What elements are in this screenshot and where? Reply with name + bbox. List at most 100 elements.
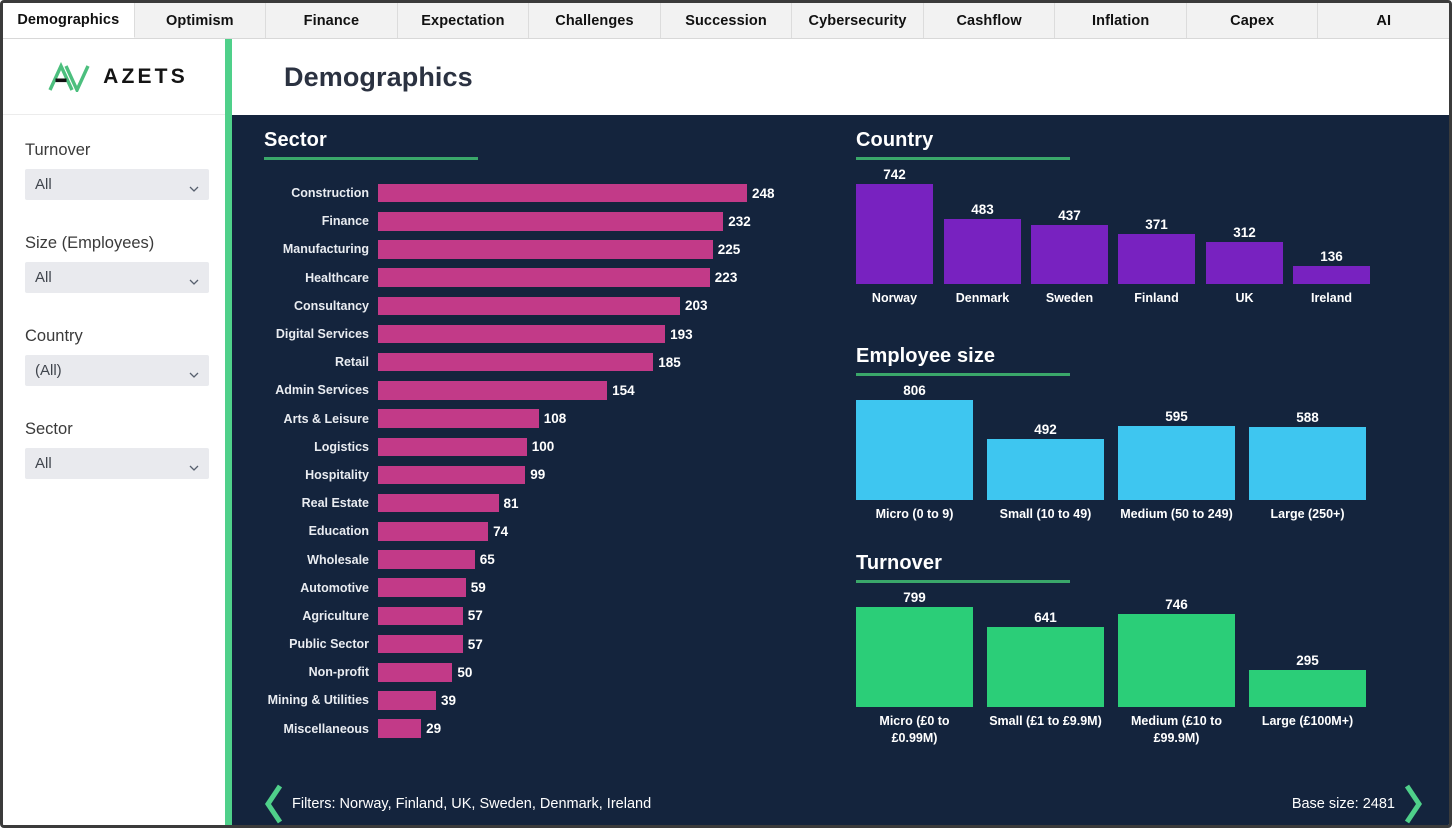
- country-title-rule: [856, 157, 1070, 160]
- sector-bar-value: 108: [543, 411, 567, 427]
- sector-category-label: Wholesale: [307, 552, 369, 567]
- sector-bar-row[interactable]: Miscellaneous 29: [238, 715, 838, 743]
- filter-size-employees-: Size (Employees) All: [25, 234, 209, 293]
- tab-label: Challenges: [555, 12, 634, 29]
- country-category-label: Sweden: [1045, 290, 1094, 305]
- tab-capex[interactable]: Capex: [1186, 3, 1319, 38]
- azets-logo-icon: [46, 61, 94, 92]
- country-bar: [944, 218, 1021, 284]
- country-panel-title: Country: [856, 129, 934, 151]
- chevron-down-icon: [189, 181, 199, 192]
- sector-bar-row[interactable]: Finance 232: [238, 207, 838, 235]
- turnover-panel-title: Turnover: [856, 552, 942, 574]
- sector-bar-row[interactable]: Public Sector 57: [238, 630, 838, 658]
- sector-category-label: Education: [308, 524, 369, 539]
- tab-ai[interactable]: AI: [1318, 3, 1449, 38]
- sector-bar-row[interactable]: Wholesale 65: [238, 545, 838, 573]
- employee-size-title-rule: [856, 373, 1070, 376]
- turnover-title-rule: [856, 580, 1070, 583]
- sector-bar-row[interactable]: Agriculture 57: [238, 602, 838, 630]
- tab-demographics[interactable]: Demographics: [3, 3, 135, 38]
- chevron-left-icon[interactable]: [264, 784, 284, 824]
- country-bar-chart: 742 Norway 483 Denmark 437 Sweden 371 Finland 31…: [856, 167, 1396, 305]
- filter-country: Country (All): [25, 327, 209, 386]
- country-bar-column[interactable]: 136 Ireland: [1293, 167, 1370, 307]
- sector-bar-chart: Construction 248 Finance 232 Manufacturing 22…: [238, 179, 838, 743]
- employee-size-panel-title: Employee size: [856, 345, 996, 367]
- tab-label: Demographics: [17, 12, 120, 28]
- employee-size-bar-column[interactable]: 806 Micro (0 to 9): [856, 383, 973, 523]
- country-bar-column[interactable]: 371 Finland: [1118, 167, 1195, 307]
- tab-succession[interactable]: Succession: [660, 3, 793, 38]
- sector-bar-row[interactable]: Retail 185: [238, 348, 838, 376]
- sector-bar: [378, 522, 489, 541]
- sector-bar: [378, 296, 681, 316]
- filter-dropdown[interactable]: All: [25, 262, 209, 293]
- turnover-bar-column[interactable]: 799 Micro (£0 to £0.99M): [856, 590, 973, 747]
- tab-finance[interactable]: Finance: [266, 3, 398, 38]
- country-bar-column[interactable]: 312 UK: [1206, 167, 1283, 307]
- tab-challenges[interactable]: Challenges: [529, 3, 661, 38]
- country-bar-column[interactable]: 483 Denmark: [944, 167, 1021, 307]
- country-category-label: Ireland: [1311, 290, 1352, 305]
- sector-bar: [378, 212, 724, 231]
- turnover-bar-column[interactable]: 295 Large (£100M+): [1249, 590, 1366, 730]
- sector-bar-row[interactable]: Admin Services 154: [238, 376, 838, 404]
- filter-value: All: [35, 176, 52, 193]
- turnover-bar-column[interactable]: 641 Small (£1 to £9.9M): [987, 590, 1104, 730]
- base-size-text: Base size: 2481: [1291, 796, 1395, 812]
- sector-bar-row[interactable]: Healthcare 223: [238, 264, 838, 292]
- sector-bar: [378, 183, 747, 203]
- tab-label: Inflation: [1092, 12, 1150, 29]
- sector-bar-row[interactable]: Non-profit 50: [238, 658, 838, 686]
- sector-bar-row[interactable]: Construction 248: [238, 179, 838, 207]
- dashboard-canvas: Sector Construction 248 Finance 232 Manufact…: [232, 115, 1449, 825]
- filter-dropdown[interactable]: (All): [25, 355, 209, 386]
- country-bar-value: 136: [1320, 248, 1343, 264]
- turnover-category-label: Large (£100M+): [1261, 713, 1354, 728]
- sector-bar-row[interactable]: Digital Services 193: [238, 320, 838, 348]
- tab-inflation[interactable]: Inflation: [1055, 3, 1187, 38]
- sector-category-label: Miscellaneous: [283, 721, 369, 736]
- chevron-right-icon[interactable]: [1403, 784, 1423, 824]
- tab-cybersecurity[interactable]: Cybersecurity: [792, 3, 924, 38]
- employee-size-bar-column[interactable]: 595 Medium (50 to 249): [1118, 383, 1235, 523]
- sector-bar: [378, 352, 654, 372]
- sector-category-label: Mining & Utilities: [267, 693, 369, 708]
- tab-expectation[interactable]: Expectation: [397, 3, 530, 38]
- sector-bar-row[interactable]: Manufacturing 225: [238, 235, 838, 263]
- filter-dropdown[interactable]: All: [25, 169, 209, 200]
- employee-size-bar-column[interactable]: 492 Small (10 to 49): [987, 383, 1104, 523]
- filter-dropdown[interactable]: All: [25, 448, 209, 479]
- sector-bar-row[interactable]: Mining & Utilities 39: [238, 686, 838, 714]
- sector-category-label: Digital Services: [275, 327, 369, 342]
- sector-bar-row[interactable]: Consultancy 203: [238, 292, 838, 320]
- sector-bar-row[interactable]: Education 74: [238, 517, 838, 545]
- country-bar-column[interactable]: 437 Sweden: [1031, 167, 1108, 307]
- sector-category-label: Hospitality: [305, 467, 369, 482]
- sector-bar: [378, 324, 666, 344]
- country-bar: [1118, 234, 1195, 284]
- sector-bar-row[interactable]: Real Estate 81: [238, 489, 838, 517]
- chevron-down-icon: [189, 367, 199, 378]
- sector-bar-row[interactable]: Arts & Leisure 108: [238, 405, 838, 433]
- sector-category-label: Manufacturing: [282, 242, 369, 257]
- sector-category-label: Arts & Leisure: [283, 411, 369, 426]
- sector-bar-value: 193: [670, 326, 693, 342]
- sector-bar-row[interactable]: Logistics 100: [238, 433, 838, 461]
- sector-bar-row[interactable]: Automotive 59: [238, 574, 838, 602]
- sector-bar: [378, 719, 422, 738]
- sector-bar-value: 81: [503, 495, 519, 511]
- sector-category-label: Non-profit: [308, 665, 369, 680]
- turnover-bar-column[interactable]: 746 Medium (£10 to £99.9M): [1118, 590, 1235, 747]
- sector-bar: [378, 381, 608, 400]
- country-bar-column[interactable]: 742 Norway: [856, 167, 933, 307]
- sector-bar-value: 223: [714, 270, 738, 286]
- sector-bar: [378, 437, 527, 457]
- sector-bar-row[interactable]: Hospitality 99: [238, 461, 838, 489]
- tab-cashflow[interactable]: Cashflow: [923, 3, 1056, 38]
- employee-size-category-label: Medium (50 to 249): [1120, 506, 1233, 521]
- page-header: Demographics: [232, 39, 1449, 115]
- employee-size-bar-column[interactable]: 588 Large (250+): [1249, 383, 1366, 523]
- tab-optimism[interactable]: Optimism: [134, 3, 267, 38]
